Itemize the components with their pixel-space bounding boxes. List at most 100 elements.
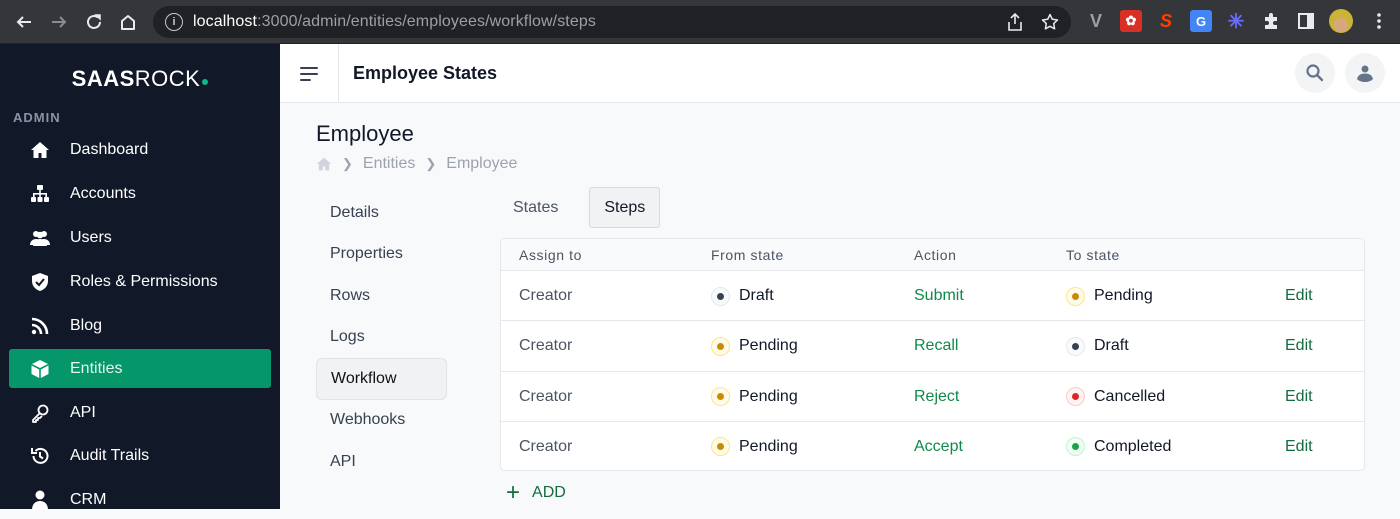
sidebar-item-entities[interactable]: Entities xyxy=(9,349,271,388)
workflow-tabs: States Steps xyxy=(498,187,661,228)
sidebar-item-accounts[interactable]: Accounts xyxy=(9,174,271,213)
assign-to-cell: Creator xyxy=(519,437,573,455)
breadcrumb-item-entities[interactable]: Entities xyxy=(363,155,415,173)
forward-button[interactable] xyxy=(42,5,76,39)
logo-light: ROCK xyxy=(134,66,201,91)
to-state-cell: Cancelled xyxy=(1066,372,1165,422)
browser-menu-icon[interactable] xyxy=(1368,10,1390,32)
sidebar: SAASROCK ADMIN Dashboard Accounts Users … xyxy=(0,44,280,510)
sidebar-item-roles-permissions[interactable]: Roles & Permissions xyxy=(9,262,271,301)
extensions-puzzle-icon[interactable] xyxy=(1260,10,1282,32)
breadcrumb-item-employee[interactable]: Employee xyxy=(446,155,517,173)
to-state-label: Cancelled xyxy=(1094,387,1166,405)
address-bar[interactable]: i localhost:3000/admin/entities/employee… xyxy=(153,6,1071,38)
url-host: localhost xyxy=(193,13,258,30)
sidebar-item-audit-trails[interactable]: Audit Trails xyxy=(9,436,271,475)
vue-devtools-icon[interactable]: V xyxy=(1085,10,1107,32)
action-cell: Reject xyxy=(914,387,960,405)
to-state-cell: Pending xyxy=(1066,271,1153,321)
from-state-label: Pending xyxy=(739,387,798,405)
user-icon xyxy=(9,490,69,510)
react-devtools-icon[interactable]: ✿ xyxy=(1120,10,1142,32)
entity-subnav: Details Properties Rows Logs Workflow We… xyxy=(316,192,447,483)
edit-link[interactable]: Edit xyxy=(1285,422,1313,470)
subnav-item-webhooks[interactable]: Webhooks xyxy=(316,400,447,442)
share-icon[interactable] xyxy=(1007,13,1023,31)
menu-icon xyxy=(300,66,318,81)
state-indicator-icon xyxy=(711,437,730,457)
side-panel-icon[interactable] xyxy=(1295,10,1317,32)
user-menu-button[interactable] xyxy=(1345,53,1385,93)
edit-link[interactable]: Edit xyxy=(1285,271,1313,321)
to-state-label: Pending xyxy=(1094,287,1153,304)
sidebar-item-crm[interactable]: CRM xyxy=(9,480,271,519)
url-text: localhost:3000/admin/entities/employees/… xyxy=(193,13,596,31)
svelte-devtools-icon[interactable]: S xyxy=(1155,10,1177,32)
table-row: Creator Draft Submit Pending Edit xyxy=(501,271,1364,322)
header-assign-to: Assign to xyxy=(519,247,582,263)
tab-steps[interactable]: Steps xyxy=(589,187,661,228)
sidebar-item-users[interactable]: Users xyxy=(9,218,271,257)
steps-table: Assign to From state Action To state Cre… xyxy=(500,238,1365,471)
sidebar-item-api[interactable]: API xyxy=(9,393,271,432)
browser-toolbar: i localhost:3000/admin/entities/employee… xyxy=(0,0,1400,44)
table-header: Assign to From state Action To state xyxy=(501,239,1364,271)
google-translate-icon[interactable]: G xyxy=(1190,10,1212,32)
subnav-item-properties[interactable]: Properties xyxy=(316,234,447,276)
tab-states[interactable]: States xyxy=(498,187,573,228)
entity-title: Employee xyxy=(316,121,414,146)
sidebar-item-label: CRM xyxy=(70,490,107,508)
bookmark-star-icon[interactable] xyxy=(1041,13,1059,31)
breadcrumb: ❯ Entities ❯ Employee xyxy=(316,154,517,174)
subnav-item-rows[interactable]: Rows xyxy=(316,275,447,317)
add-step-button[interactable]: + ADD xyxy=(506,481,566,505)
edit-link[interactable]: Edit xyxy=(1285,321,1313,371)
subnav-item-api[interactable]: API xyxy=(316,441,447,483)
search-icon xyxy=(1306,64,1324,82)
arrow-right-icon xyxy=(52,16,67,28)
assign-to-cell: Creator xyxy=(519,287,573,304)
site-info-icon[interactable]: i xyxy=(165,13,183,31)
users-icon xyxy=(9,228,69,248)
action-cell: Recall xyxy=(914,337,959,355)
state-indicator-icon xyxy=(1066,286,1085,306)
starburst-extension-icon[interactable]: ✳ xyxy=(1225,10,1247,33)
sidebar-item-dashboard[interactable]: Dashboard xyxy=(9,130,271,169)
subnav-item-details[interactable]: Details xyxy=(316,192,447,234)
logo-dot xyxy=(202,79,209,85)
profile-avatar[interactable] xyxy=(1329,9,1353,33)
sidebar-item-label: Roles & Permissions xyxy=(70,272,218,290)
state-indicator-icon xyxy=(711,387,730,407)
chevron-right-icon: ❯ xyxy=(342,156,353,171)
home-button[interactable] xyxy=(111,5,145,39)
logo-bold: SAAS xyxy=(71,66,135,91)
action-cell: Accept xyxy=(914,437,963,455)
table-row: Creator Pending Recall Draft Edit xyxy=(501,321,1364,372)
arrow-left-icon xyxy=(16,16,31,28)
top-bar: Employee States xyxy=(280,44,1400,103)
key-icon xyxy=(9,403,69,423)
edit-link[interactable]: Edit xyxy=(1285,372,1313,422)
sidebar-item-label: API xyxy=(70,403,96,421)
history-icon xyxy=(9,446,69,466)
state-indicator-icon xyxy=(1066,336,1085,356)
from-state-cell: Draft xyxy=(711,271,774,321)
sidebar-section-label: ADMIN xyxy=(13,110,61,125)
subnav-item-logs[interactable]: Logs xyxy=(316,317,447,359)
sidebar-item-label: Accounts xyxy=(70,184,136,202)
sidebar-item-label: Users xyxy=(70,228,112,246)
app-logo[interactable]: SAASROCK xyxy=(0,66,280,92)
reload-button[interactable] xyxy=(77,5,111,39)
page-title: Employee States xyxy=(353,63,498,83)
subnav-item-workflow[interactable]: Workflow xyxy=(316,358,447,400)
menu-toggle-button[interactable] xyxy=(280,44,339,103)
back-button[interactable] xyxy=(7,5,41,39)
header-from-state: From state xyxy=(711,247,784,263)
search-button[interactable] xyxy=(1295,53,1335,93)
action-cell: Submit xyxy=(914,287,964,304)
state-indicator-icon xyxy=(711,336,730,356)
breadcrumb-home-icon[interactable] xyxy=(316,156,332,172)
sidebar-item-blog[interactable]: Blog xyxy=(9,306,271,345)
state-indicator-icon xyxy=(1066,437,1085,457)
home-icon xyxy=(9,140,69,160)
